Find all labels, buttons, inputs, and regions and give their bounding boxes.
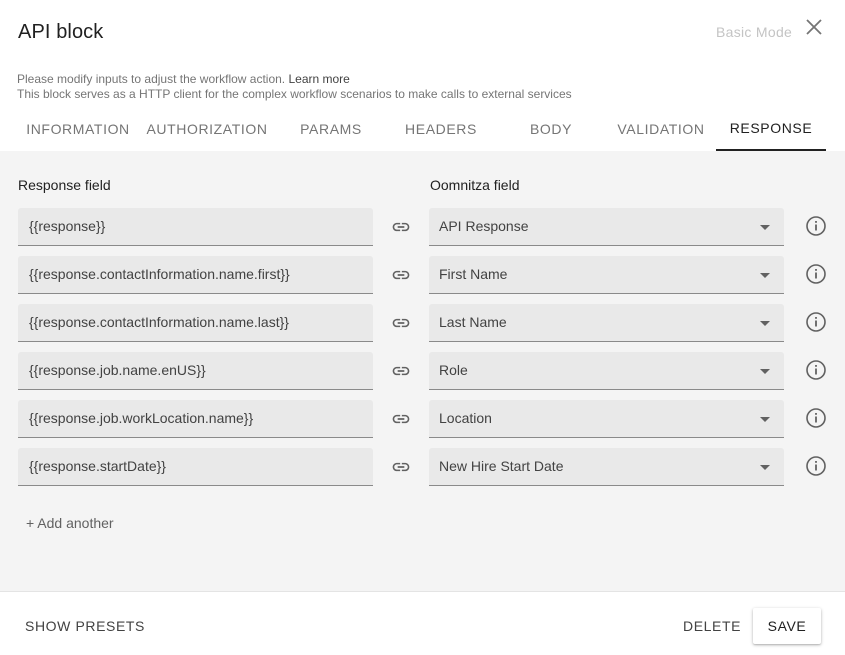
oomnitza-field-value: API Response bbox=[439, 218, 529, 234]
mapping-row: {{response}} API Response bbox=[0, 208, 845, 246]
oomnitza-field-select[interactable]: Role bbox=[429, 352, 784, 390]
basic-mode-link[interactable]: Basic Mode bbox=[716, 24, 792, 40]
oomnitza-field-value: Role bbox=[439, 362, 468, 378]
oomnitza-field-select[interactable]: Location bbox=[429, 400, 784, 438]
link-icon bbox=[392, 222, 410, 232]
oomnitza-field-value: New Hire Start Date bbox=[439, 458, 564, 474]
chevron-down-icon bbox=[760, 417, 770, 422]
mapping-row: {{response.startDate}} New Hire Start Da… bbox=[0, 448, 845, 486]
mapping-row: {{response.contactInformation.name.first… bbox=[0, 256, 845, 294]
link-icon bbox=[392, 318, 410, 328]
close-icon[interactable] bbox=[804, 17, 824, 37]
oomnitza-field-value: First Name bbox=[439, 266, 508, 282]
dialog-description: Please modify inputs to adjust the workf… bbox=[17, 72, 572, 102]
tab-bar: INFORMATION AUTHORIZATION PARAMS HEADERS… bbox=[0, 107, 845, 151]
chevron-down-icon bbox=[760, 225, 770, 230]
show-presets-button[interactable]: SHOW PRESETS bbox=[25, 618, 145, 634]
chevron-down-icon bbox=[760, 465, 770, 470]
tab-information[interactable]: INFORMATION bbox=[18, 107, 138, 151]
mapping-row: {{response.job.name.enUS}} Role bbox=[0, 352, 845, 390]
info-icon[interactable] bbox=[805, 311, 827, 333]
link-icon bbox=[392, 462, 410, 472]
oomnitza-field-value: Location bbox=[439, 410, 492, 426]
tab-params[interactable]: PARAMS bbox=[284, 107, 378, 151]
oomnitza-field-value: Last Name bbox=[439, 314, 507, 330]
tab-response[interactable]: RESPONSE bbox=[716, 107, 826, 151]
response-field-input[interactable]: {{response.startDate}} bbox=[18, 448, 373, 486]
description-text: Please modify inputs to adjust the workf… bbox=[17, 72, 286, 86]
info-icon[interactable] bbox=[805, 407, 827, 429]
description-detail: This block serves as a HTTP client for t… bbox=[17, 87, 572, 101]
mapping-row: {{response.contactInformation.name.last}… bbox=[0, 304, 845, 342]
chevron-down-icon bbox=[760, 273, 770, 278]
response-field-input[interactable]: {{response.job.workLocation.name}} bbox=[18, 400, 373, 438]
tab-authorization[interactable]: AUTHORIZATION bbox=[146, 107, 268, 151]
response-field-input[interactable]: {{response.contactInformation.name.last}… bbox=[18, 304, 373, 342]
mapping-row: {{response.job.workLocation.name}} Locat… bbox=[0, 400, 845, 438]
response-field-input[interactable]: {{response.job.name.enUS}} bbox=[18, 352, 373, 390]
info-icon[interactable] bbox=[805, 455, 827, 477]
oomnitza-field-select[interactable]: Last Name bbox=[429, 304, 784, 342]
dialog-footer: SHOW PRESETS DELETE SAVE bbox=[0, 591, 845, 655]
tab-headers[interactable]: HEADERS bbox=[394, 107, 488, 151]
dialog-header: API block Basic Mode Please modify input… bbox=[0, 0, 845, 151]
response-mapping-panel: Response field Oomnitza field {{response… bbox=[0, 151, 845, 591]
oomnitza-field-select[interactable]: New Hire Start Date bbox=[429, 448, 784, 486]
response-field-input[interactable]: {{response}} bbox=[18, 208, 373, 246]
oomnitza-field-select[interactable]: First Name bbox=[429, 256, 784, 294]
response-field-label: Response field bbox=[18, 177, 111, 193]
learn-more-link[interactable]: Learn more bbox=[288, 72, 349, 86]
response-field-input[interactable]: {{response.contactInformation.name.first… bbox=[18, 256, 373, 294]
info-icon[interactable] bbox=[805, 263, 827, 285]
chevron-down-icon bbox=[760, 321, 770, 326]
add-another-button[interactable]: + Add another bbox=[26, 515, 114, 531]
info-icon[interactable] bbox=[805, 215, 827, 237]
delete-button[interactable]: DELETE bbox=[683, 618, 741, 634]
link-icon bbox=[392, 414, 410, 424]
oomnitza-field-label: Oomnitza field bbox=[430, 177, 520, 193]
dialog-title: API block bbox=[18, 21, 104, 43]
chevron-down-icon bbox=[760, 369, 770, 374]
link-icon bbox=[392, 270, 410, 280]
info-icon[interactable] bbox=[805, 359, 827, 381]
tab-validation[interactable]: VALIDATION bbox=[610, 107, 712, 151]
tab-body[interactable]: BODY bbox=[504, 107, 598, 151]
save-button[interactable]: SAVE bbox=[753, 608, 821, 644]
oomnitza-field-select[interactable]: API Response bbox=[429, 208, 784, 246]
link-icon bbox=[392, 366, 410, 376]
